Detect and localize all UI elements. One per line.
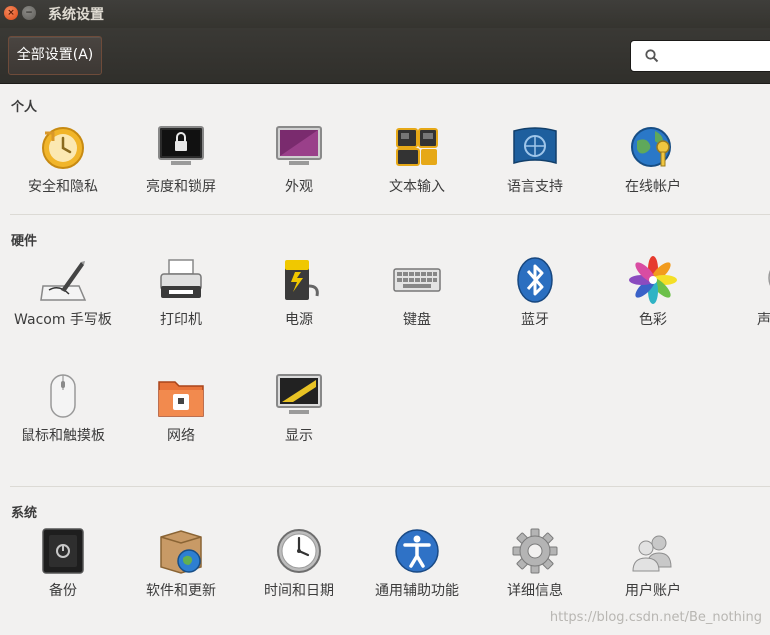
settings-item-label: 文本输入 — [389, 179, 445, 195]
settings-item-label: 亮度和锁屏 — [146, 179, 216, 195]
all-settings-button[interactable]: 全部设置(A) — [8, 36, 102, 75]
network-icon — [158, 381, 204, 417]
settings-item-label: 外观 — [285, 179, 313, 195]
settings-item-sound[interactable]: 声 — [712, 256, 770, 331]
settings-item-label: 电源 — [285, 312, 313, 328]
language-support-icon — [513, 127, 557, 164]
settings-item-label: 时间和日期 — [264, 583, 334, 599]
settings-item-label: 鼠标和触摸板 — [21, 428, 105, 444]
settings-item-label: Wacom 手写板 — [14, 312, 112, 328]
settings-item-network[interactable]: 网络 — [122, 372, 240, 447]
settings-item-label: 打印机 — [160, 312, 202, 328]
settings-item-security-privacy[interactable]: 安全和隐私 — [4, 123, 122, 198]
user-accounts-icon — [632, 535, 672, 572]
watermark-text: https://blog.csdn.net/Be_nothing — [549, 610, 762, 625]
keyboard-icon — [393, 268, 441, 292]
settings-item-printer[interactable]: 打印机 — [122, 256, 240, 331]
online-accounts-icon — [631, 127, 671, 167]
section-title-personal: 个人 — [11, 100, 38, 115]
settings-item-keyboard[interactable]: 键盘 — [358, 256, 476, 331]
settings-item-user-accounts[interactable]: 用户账户 — [594, 527, 712, 602]
settings-item-label: 显示 — [285, 428, 313, 444]
settings-item-brightness-lock[interactable]: 亮度和锁屏 — [122, 123, 240, 198]
title-bar: × − 系统设置 — [0, 0, 770, 28]
settings-item-power[interactable]: 电源 — [240, 256, 358, 331]
text-entry-icon — [396, 128, 438, 166]
search-box[interactable] — [630, 40, 770, 72]
universal-access-icon — [395, 529, 439, 573]
details-icon — [512, 528, 558, 574]
settings-item-label: 在线帐户 — [625, 179, 681, 195]
settings-item-label: 软件和更新 — [146, 583, 216, 599]
settings-item-label: 语言支持 — [507, 179, 563, 195]
settings-item-label: 安全和隐私 — [28, 179, 98, 195]
settings-item-label: 详细信息 — [507, 583, 563, 599]
display-icon — [276, 374, 322, 414]
settings-item-display[interactable]: 显示 — [240, 372, 358, 447]
toolbar: 全部设置(A) — [0, 28, 770, 84]
software-updates-icon — [160, 530, 202, 574]
brightness-lock-icon — [158, 126, 204, 165]
section-title-system: 系统 — [11, 506, 38, 521]
mouse-touchpad-icon — [50, 374, 76, 418]
section-divider — [10, 214, 770, 215]
color-icon — [629, 256, 677, 304]
settings-item-online-accounts[interactable]: 在线帐户 — [594, 123, 712, 198]
power-icon — [285, 260, 319, 300]
settings-item-details[interactable]: 详细信息 — [476, 527, 594, 602]
printer-icon — [160, 259, 202, 298]
close-window-button[interactable]: × — [4, 6, 18, 20]
appearance-icon — [276, 126, 322, 165]
settings-item-color[interactable]: 色彩 — [594, 256, 712, 331]
time-date-icon — [277, 529, 321, 573]
settings-item-label: 网络 — [167, 428, 195, 444]
settings-item-label: 用户账户 — [625, 583, 681, 599]
settings-item-mouse-touchpad[interactable]: 鼠标和触摸板 — [4, 372, 122, 447]
settings-item-text-entry[interactable]: 文本输入 — [358, 123, 476, 198]
settings-item-bluetooth[interactable]: 蓝牙 — [476, 256, 594, 331]
settings-item-backup[interactable]: 备份 — [4, 527, 122, 602]
settings-item-label: 色彩 — [639, 312, 667, 328]
security-privacy-icon — [42, 127, 84, 169]
backup-icon — [42, 528, 84, 574]
settings-item-wacom-tablet[interactable]: Wacom 手写板 — [4, 256, 122, 331]
search-icon — [645, 49, 659, 63]
bluetooth-icon — [517, 257, 553, 303]
settings-item-label: 蓝牙 — [521, 312, 549, 328]
window-title: 系统设置 — [48, 7, 104, 23]
minimize-window-button[interactable]: − — [22, 6, 36, 20]
settings-item-label: 声 — [757, 312, 770, 328]
search-input[interactable] — [661, 45, 770, 67]
sound-icon — [768, 270, 770, 286]
settings-item-time-date[interactable]: 时间和日期 — [240, 527, 358, 602]
section-title-hardware: 硬件 — [11, 234, 38, 249]
settings-item-label: 备份 — [49, 583, 77, 599]
settings-item-label: 键盘 — [403, 312, 431, 328]
settings-item-software-updates[interactable]: 软件和更新 — [122, 527, 240, 602]
settings-item-language-support[interactable]: 语言支持 — [476, 123, 594, 198]
settings-item-universal-access[interactable]: 通用辅助功能 — [358, 527, 476, 602]
section-divider — [10, 486, 770, 487]
wacom-tablet-icon — [40, 261, 87, 301]
settings-item-appearance[interactable]: 外观 — [240, 123, 358, 198]
settings-item-label: 通用辅助功能 — [375, 583, 459, 599]
